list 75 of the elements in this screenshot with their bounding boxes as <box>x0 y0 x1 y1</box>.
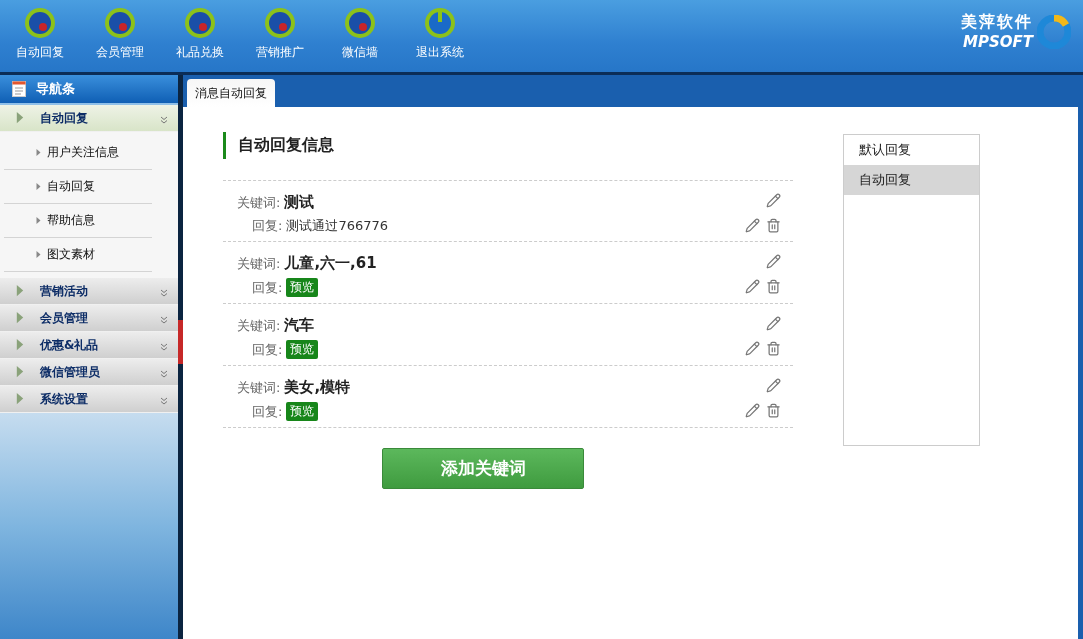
double-chevron-icon <box>160 315 168 324</box>
reply-label: 回复: <box>252 217 283 235</box>
double-chevron-icon <box>160 115 168 124</box>
collapse-handle[interactable] <box>178 320 183 364</box>
double-chevron-icon <box>160 342 168 351</box>
reply-label: 回复: <box>252 278 283 297</box>
sidebar-item[interactable]: 图文素材 <box>4 238 152 272</box>
double-chevron-icon <box>160 288 168 297</box>
section-heading: 自动回复信息 <box>223 132 793 159</box>
round-icon <box>23 6 57 40</box>
logo-name: 美萍软件 <box>961 12 1033 33</box>
keyword-text: 美女,模特 <box>284 378 351 397</box>
double-chevron-icon <box>160 396 168 405</box>
preview-button[interactable]: 预览 <box>286 402 319 421</box>
edit-icon[interactable] <box>766 193 781 208</box>
double-chevron-icon <box>160 369 168 378</box>
power-icon <box>423 6 457 40</box>
edit-icon[interactable] <box>745 279 760 294</box>
document-icon <box>12 81 26 97</box>
delete-icon[interactable] <box>766 403 781 418</box>
triangle-icon <box>16 312 24 324</box>
delete-icon[interactable] <box>766 218 781 233</box>
triangle-icon <box>36 251 41 258</box>
round-icon <box>103 6 137 40</box>
sidebar-group[interactable]: 优惠&礼品 <box>0 332 178 359</box>
delete-icon[interactable] <box>766 279 781 294</box>
toolbar-button[interactable]: 营销推广 <box>240 0 320 72</box>
preview-button[interactable]: 预览 <box>286 340 319 359</box>
tab[interactable]: 消息自动回复 <box>187 79 275 107</box>
keyword-label: 关键词: <box>237 378 281 397</box>
delete-icon[interactable] <box>766 341 781 356</box>
preview-button[interactable]: 预览 <box>286 278 319 297</box>
toolbar-button[interactable]: 微信墙 <box>320 0 400 72</box>
sidebar-item[interactable]: 帮助信息 <box>4 204 152 238</box>
triangle-icon <box>16 366 24 378</box>
reply-text: 测试通过766776 <box>286 217 389 235</box>
sidebar-item[interactable]: 自动回复 <box>4 170 152 204</box>
round-icon <box>343 6 377 40</box>
round-icon <box>263 6 297 40</box>
reply-label: 回复: <box>252 402 283 421</box>
toolbar-button[interactable]: 退出系统 <box>400 0 480 72</box>
toolbar-button[interactable]: 会员管理 <box>80 0 160 72</box>
edit-icon[interactable] <box>745 341 760 356</box>
triangle-icon <box>16 339 24 351</box>
triangle-icon <box>16 285 24 297</box>
triangle-icon <box>36 217 41 224</box>
triangle-icon <box>36 149 41 156</box>
keyword-text: 测试 <box>284 193 315 212</box>
keyword-text: 汽车 <box>284 316 315 335</box>
toolbar-button[interactable]: 自动回复 <box>0 0 80 72</box>
edit-icon[interactable] <box>745 403 760 418</box>
sidebar-group[interactable]: 自动回复 <box>0 105 178 132</box>
keyword-text: 儿童,六一,61 <box>284 254 377 273</box>
round-icon <box>183 6 217 40</box>
reply-label: 回复: <box>252 340 283 359</box>
reply-type-item[interactable]: 自动回复 <box>844 165 979 195</box>
edit-icon[interactable] <box>745 218 760 233</box>
sidebar-title: 导航条 <box>36 80 75 98</box>
edit-icon[interactable] <box>766 316 781 331</box>
sidebar-item[interactable]: 用户关注信息 <box>4 136 152 170</box>
edit-icon[interactable] <box>766 254 781 269</box>
sidebar-group[interactable]: 微信管理员 <box>0 359 178 386</box>
logo-brand: MPSOFT <box>963 33 1033 51</box>
triangle-icon <box>16 393 24 405</box>
logo-icon <box>1037 14 1071 49</box>
toolbar-button[interactable]: 礼品兑换 <box>160 0 240 72</box>
sidebar-group[interactable]: 营销活动 <box>0 278 178 305</box>
keyword-label: 关键词: <box>237 254 281 273</box>
keyword-label: 关键词: <box>237 316 281 335</box>
keyword-label: 关键词: <box>237 193 281 212</box>
sidebar-group[interactable]: 会员管理 <box>0 305 178 332</box>
sidebar-group[interactable]: 系统设置 <box>0 386 178 413</box>
triangle-icon <box>16 112 24 124</box>
triangle-icon <box>36 183 41 190</box>
edit-icon[interactable] <box>766 378 781 393</box>
